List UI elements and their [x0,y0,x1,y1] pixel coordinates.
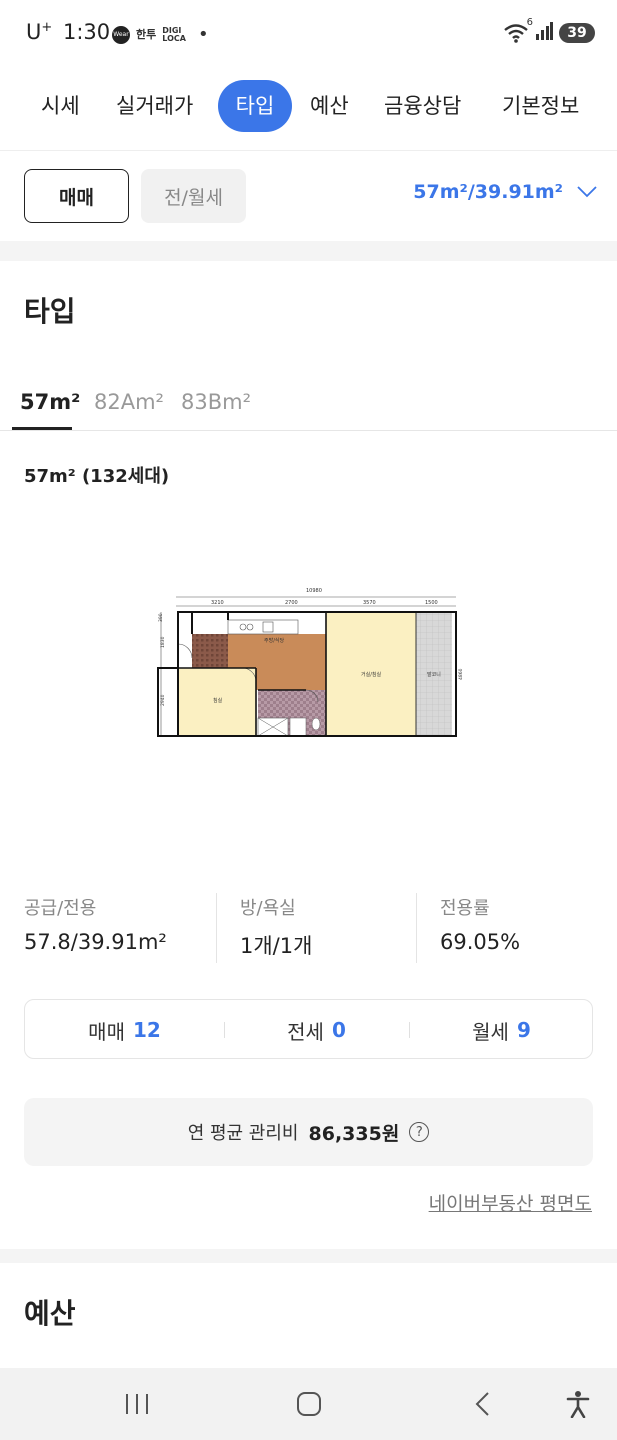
info-label: 공급/전용 [24,898,97,919]
monthly-rent-count[interactable]: 월세 9 [409,1000,594,1060]
naver-floorplan-link[interactable]: 네이버부동산 평면도 [429,1189,592,1216]
hantu-app-icon: 한투 [136,27,157,41]
svg-text:1500: 1500 [425,600,438,606]
info-label: 전용률 [440,898,490,919]
sale-button[interactable]: 매매 [24,169,129,223]
type-tab-83b[interactable]: 83Bm² [181,390,251,414]
status-notification-icons: Wear 한투 DIGI LOCA • [112,24,209,45]
tab-price[interactable]: 시세 [25,80,96,132]
accessibility-button[interactable] [558,1386,598,1422]
section-gap [0,241,617,261]
system-nav-bar [0,1368,617,1440]
type-tabs: 57m² 82Am² 83Bm² [0,386,617,431]
fee-value: 86,335원 [308,1122,400,1145]
recent-apps-button[interactable] [117,1386,157,1422]
listing-counts: 매매 12 전세 0 월세 9 [24,999,593,1059]
back-button[interactable] [462,1386,502,1422]
more-notifications-dot: • [197,24,209,45]
chevron-down-icon [577,186,597,198]
info-value: 69.05% [440,930,521,954]
maintenance-fee-box: 연 평균 관리비 86,335원 ? [24,1098,593,1166]
help-icon[interactable]: ? [409,1122,430,1142]
svg-text:발코니: 발코니 [427,671,441,678]
svg-text:4860: 4860 [458,668,462,680]
status-right-icons: 6 39 [503,17,595,44]
divider [216,893,217,963]
accessibility-icon [566,1391,590,1418]
type-subtitle: 57m² (132세대) [24,466,170,487]
section-gap [0,1249,617,1263]
divider [416,893,417,963]
type-tab-57[interactable]: 57m² [20,390,80,414]
svg-text:2700: 2700 [285,600,298,606]
type-tab-underline [12,427,72,430]
wear-app-icon: Wear [112,25,130,44]
status-bar: U+ 1:30 Wear 한투 DIGI LOCA • 6 39 [0,0,617,66]
dim-total: 10980 [306,588,322,594]
info-value: 57.8/39.91m² [24,930,167,954]
trade-type-row: 매매 전/월세 57m²/39.91m² [0,151,617,241]
svg-text:3210: 3210 [211,600,224,606]
home-icon [297,1392,321,1416]
area-selector-label: 57m²/39.91m² [413,181,563,203]
info-supply-exclusive: 공급/전용 57.8/39.91m² [24,894,167,964]
rent-button[interactable]: 전/월세 [141,169,246,223]
wifi-badge: 6 [526,17,533,28]
info-label: 방/욕실 [240,898,296,919]
tab-actual-transactions[interactable]: 실거래가 [100,80,209,132]
svg-text:거실/침실: 거실/침실 [361,671,381,678]
tab-basic-info[interactable]: 기본정보 [486,80,595,132]
svg-text:2940: 2940 [160,694,166,706]
type-section-title: 타입 [24,295,76,328]
sale-count[interactable]: 매매 12 [25,1000,224,1060]
svg-text:3570: 3570 [363,600,376,606]
svg-text:주방/식당: 주방/식당 [264,637,284,644]
type-tab-82a[interactable]: 82Am² [94,390,164,414]
signal-icon [535,22,553,44]
tab-budget[interactable]: 예산 [294,80,365,132]
battery-icon: 39 [559,23,595,43]
svg-text:390: 390 [158,613,164,622]
recent-apps-icon [126,1394,148,1414]
tab-type[interactable]: 타입 [218,80,292,132]
home-button[interactable] [289,1386,329,1422]
back-icon [475,1392,489,1416]
area-selector[interactable]: 57m²/39.91m² [413,181,597,203]
status-carrier-time: U+ 1:30 [26,20,111,44]
floor-plan-image[interactable]: 10980 3210 2700 3570 1500 390 1830 3600 … [156,584,462,740]
top-tab-bar: 시세 실거래가 타입 예산 금융상담 기본정보 [0,80,617,132]
fee-label: 연 평균 관리비 [187,1123,299,1144]
info-rooms-baths: 방/욕실 1개/1개 [240,894,312,964]
info-value: 1개/1개 [240,934,313,958]
digiloca-app-icon: DIGI LOCA [162,25,186,43]
budget-section-title: 예산 [24,1297,76,1330]
wifi-icon: 6 [503,17,533,43]
svg-text:1830: 1830 [160,636,166,648]
info-exclusive-rate: 전용률 69.05% [440,894,520,964]
tab-loan-consult[interactable]: 금융상담 [368,80,477,132]
svg-text:침실: 침실 [213,697,223,704]
jeonse-count[interactable]: 전세 0 [224,1000,409,1060]
